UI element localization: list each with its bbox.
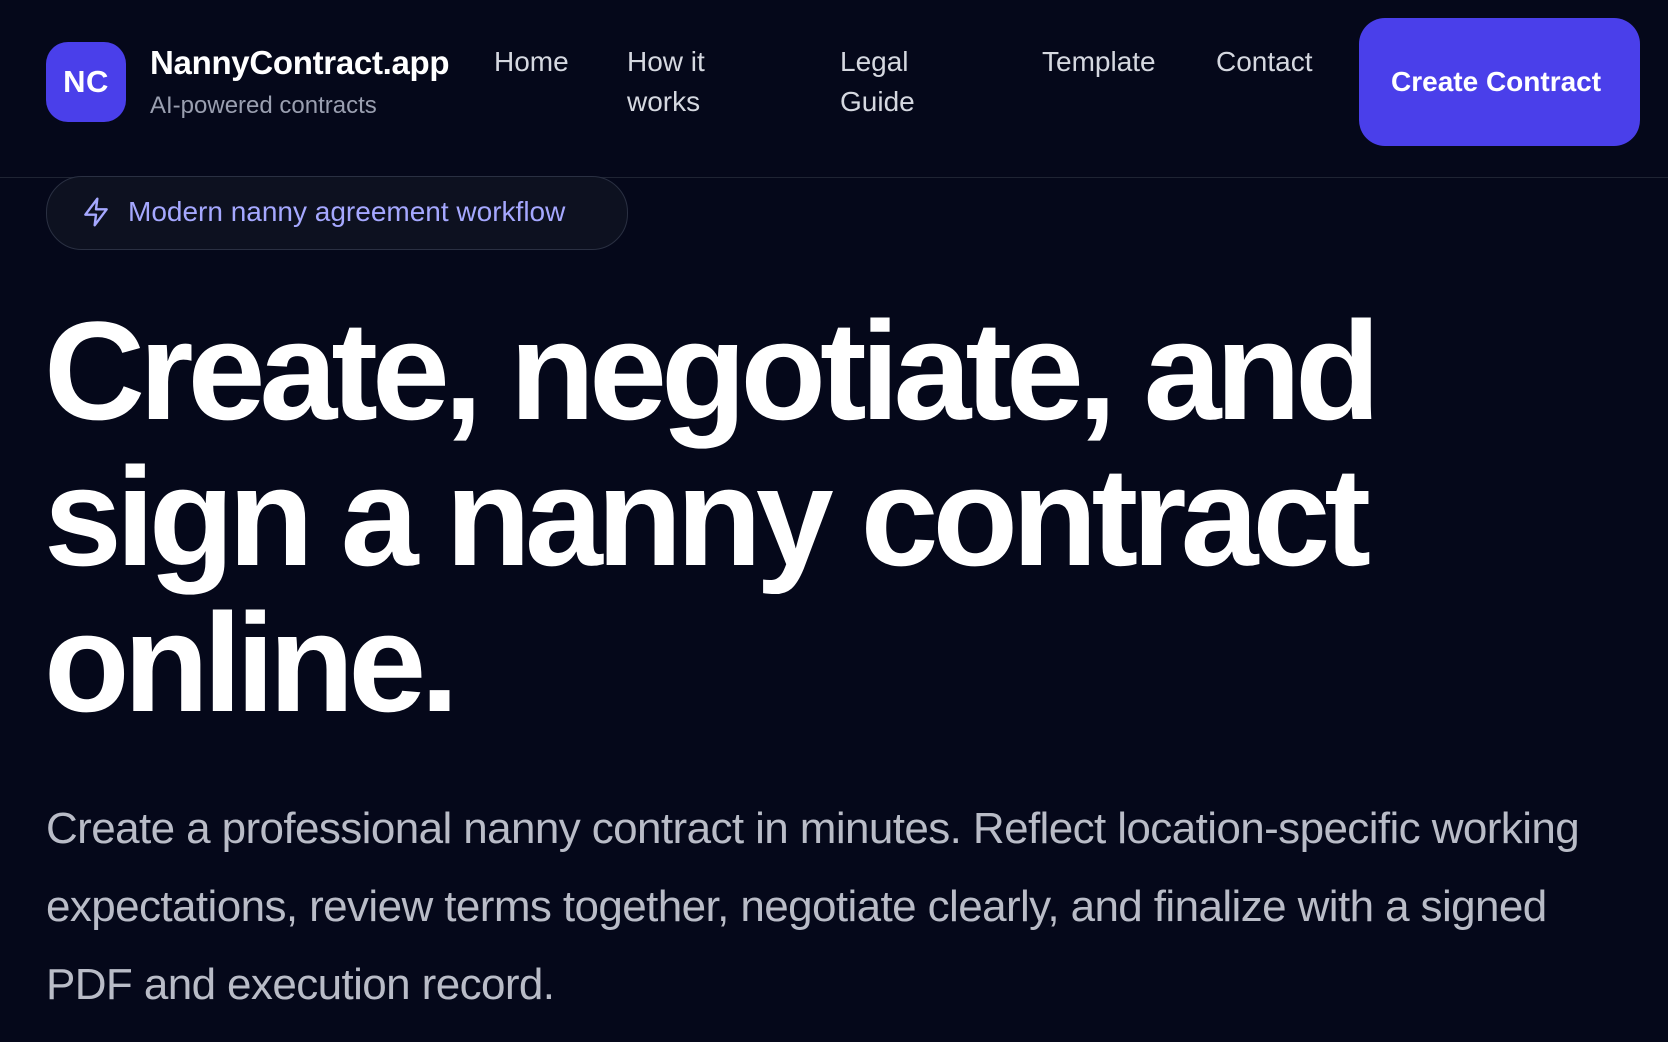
nav-link-how-it-works[interactable]: How it works xyxy=(627,42,747,122)
workflow-badge-content: Modern nanny agreement workflow xyxy=(80,196,565,228)
nav-link-contact[interactable]: Contact xyxy=(1216,42,1336,82)
hero-subtitle: Create a professional nanny contract in … xyxy=(46,804,1580,1009)
site-header: NC NannyContract.app AI-powered contract… xyxy=(0,0,1668,178)
workflow-badge-text: Modern nanny agreement workflow xyxy=(128,196,566,227)
hero-title: Create, negotiate, and sign a nanny cont… xyxy=(44,292,1381,741)
nav-link-home[interactable]: Home xyxy=(494,42,594,82)
brand-tagline: AI-powered contracts xyxy=(150,92,377,119)
create-contract-button[interactable]: Create Contract xyxy=(1359,18,1640,146)
lightning-bolt-icon xyxy=(84,197,108,227)
nav-link-legal-guide[interactable]: Legal Guide xyxy=(840,42,950,122)
logo-mark[interactable]: NC xyxy=(46,42,126,122)
nav-link-template[interactable]: Template xyxy=(1042,42,1172,82)
brand-name[interactable]: NannyContract.app xyxy=(150,44,450,82)
